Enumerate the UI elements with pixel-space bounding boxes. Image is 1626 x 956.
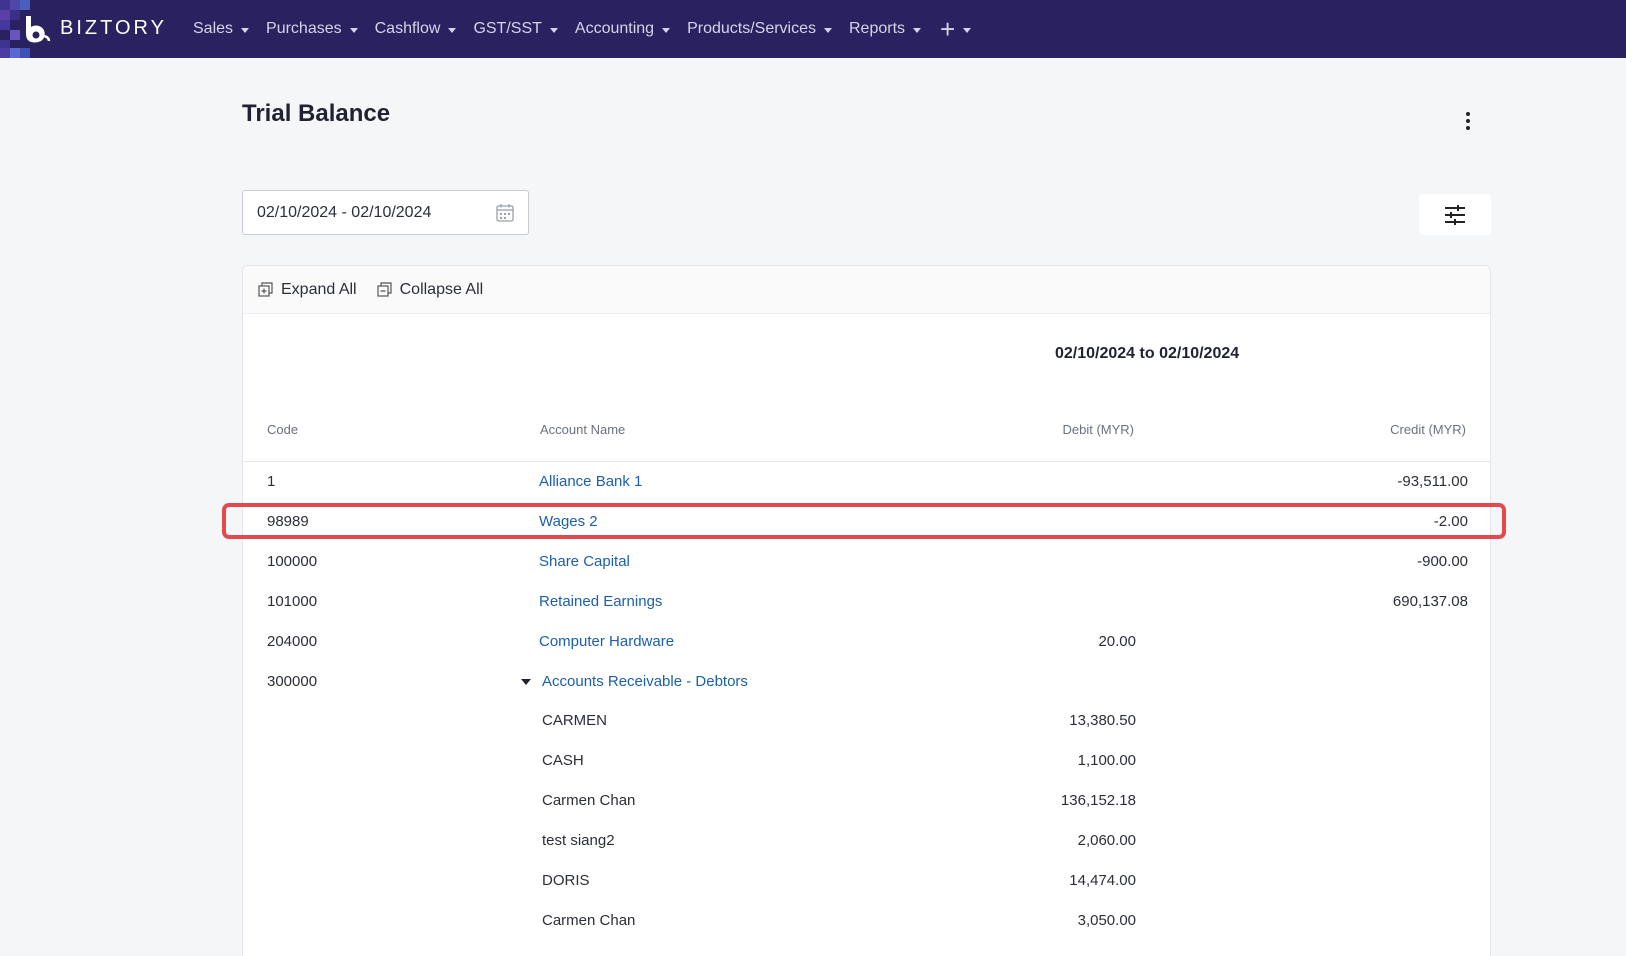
trial-balance-report: Expand All Collapse All 02/10/2024 to 02… [242,265,1491,956]
chevron-down-icon [448,27,457,33]
nav-cashflow-label: Cashflow [374,20,441,37]
column-header-code: Code [267,422,299,437]
row-credit: 690,137.08 [1392,593,1468,610]
kebab-dot-icon [1466,119,1470,123]
nav-accounting[interactable]: Accounting [574,20,671,38]
sliders-icon [1445,204,1465,225]
row-credit: -2.00 [1433,513,1468,530]
page-title: Trial Balance [242,100,391,127]
kebab-dot-icon [1466,112,1470,116]
chevron-down-icon [913,27,922,33]
sub-account-debit: 14,474.00 [1069,872,1136,889]
row-code: 204000 [267,633,318,650]
collapse-all-icon [377,282,392,297]
chevron-down-icon [241,27,250,33]
row-code: 100000 [267,553,318,570]
top-navbar: BIZTORY Sales Purchases Cashflow GST/SST… [0,0,1626,58]
chevron-down-icon [963,27,972,33]
table-row: 1 Alliance Bank 1 -93,511.00 [243,473,1490,513]
collapse-all-label: Collapse All [399,280,484,298]
nav-sales[interactable]: Sales [193,20,250,38]
table-row: 100000 Share Capital -900.00 [243,553,1490,593]
filter-settings-button[interactable] [1419,194,1491,235]
row-credit: -93,511.00 [1397,473,1468,490]
row-debit: 20.00 [1098,633,1136,650]
account-link[interactable]: Alliance Bank 1 [539,473,642,490]
date-range-value: 02/10/2024 - 02/10/2024 [257,203,432,221]
chevron-down-icon [549,27,558,33]
sub-account-row: Carmen Chan 136,152.18 [243,792,1490,832]
nav-gst-sst[interactable]: GST/SST [473,20,558,38]
account-link[interactable]: Retained Earnings [539,593,662,610]
nav-products-services[interactable]: Products/Services [687,20,832,38]
column-header-account-name: Account Name [540,422,626,437]
nav-reports-label: Reports [849,20,906,37]
row-code: 300000 [267,673,318,690]
brand-logo[interactable]: BIZTORY [0,0,178,58]
chevron-down-icon [824,27,832,33]
nav-reports[interactable]: Reports [849,20,922,38]
chevron-down-icon [349,27,358,33]
expand-all-button[interactable]: Expand All [258,281,357,299]
row-credit: -900.00 [1417,553,1468,570]
account-link[interactable]: Computer Hardware [539,633,674,650]
sub-account-row: CASH 1,100.00 [243,752,1490,792]
sub-account-name: CASH [542,752,584,769]
sub-account-name: test siang2 [542,832,615,849]
sub-account-debit: 2,060.00 [1077,832,1136,849]
brand-name: BIZTORY [60,17,167,39]
calendar-icon[interactable] [496,203,514,222]
sub-account-debit: 3,050.00 [1077,912,1136,929]
header-divider [243,461,1490,462]
sub-account-name: Carmen Chan [542,912,636,929]
table-row: 300000 Accounts Receivable - Debtors [243,673,1490,713]
report-toolbar: Expand All Collapse All [243,266,1490,314]
nav-purchases[interactable]: Purchases [266,20,358,38]
sub-account-debit: 136,152.18 [1060,792,1136,809]
account-link[interactable]: Accounts Receivable - Debtors [542,673,748,690]
account-link[interactable]: Wages 2 [539,513,598,530]
collapse-all-button[interactable]: Collapse All [377,280,484,299]
nav-purchases-label: Purchases [266,20,342,37]
account-link[interactable]: Share Capital [539,553,630,570]
plus-icon: + [940,14,956,44]
sub-account-name: CARMEN [542,712,608,729]
table-row: 204000 Computer Hardware 20.00 [243,633,1490,673]
nav-gst-sst-label: GST/SST [473,20,542,37]
row-code: 1 [267,473,276,490]
expand-all-label: Expand All [281,280,357,298]
nav-accounting-label: Accounting [574,20,655,37]
date-range-input[interactable]: 02/10/2024 - 02/10/2024 [242,190,529,235]
sub-account-row: Carmen Chan 3,050.00 [243,912,1490,952]
table-row: 101000 Retained Earnings 690,137.08 [243,593,1490,633]
more-options-button[interactable] [1456,106,1480,136]
expand-all-icon [258,282,273,297]
sub-account-row: DORIS 14,474.00 [243,872,1490,912]
nav-sales-label: Sales [193,20,234,37]
sub-account-row: CARMEN 13,380.50 [243,712,1490,752]
collapse-toggle-icon[interactable] [521,679,531,685]
main-menu: Sales Purchases Cashflow GST/SST Account… [193,0,988,58]
nav-products-services-label: Products/Services [687,20,816,37]
sub-account-name: DORIS [542,872,590,889]
biztory-b-icon [26,16,51,43]
table-row: 98989 Wages 2 -2.00 [243,513,1490,553]
row-code: 98989 [267,513,309,530]
sub-account-debit: 1,100.00 [1077,752,1136,769]
nav-cashflow[interactable]: Cashflow [375,20,457,38]
row-code: 101000 [267,593,318,610]
chevron-down-icon [662,27,671,33]
kebab-dot-icon [1466,126,1470,130]
report-period-label: 02/10/2024 to 02/10/2024 [1055,345,1240,362]
nav-quick-add[interactable]: + [938,14,972,44]
sub-account-row: test siang2 2,060.00 [243,832,1490,872]
column-header-debit: Debit (MYR) [1062,422,1134,437]
sub-account-name: Carmen Chan [542,792,636,809]
sub-account-debit: 13,380.50 [1069,712,1136,729]
column-header-credit: Credit (MYR) [1390,422,1466,437]
